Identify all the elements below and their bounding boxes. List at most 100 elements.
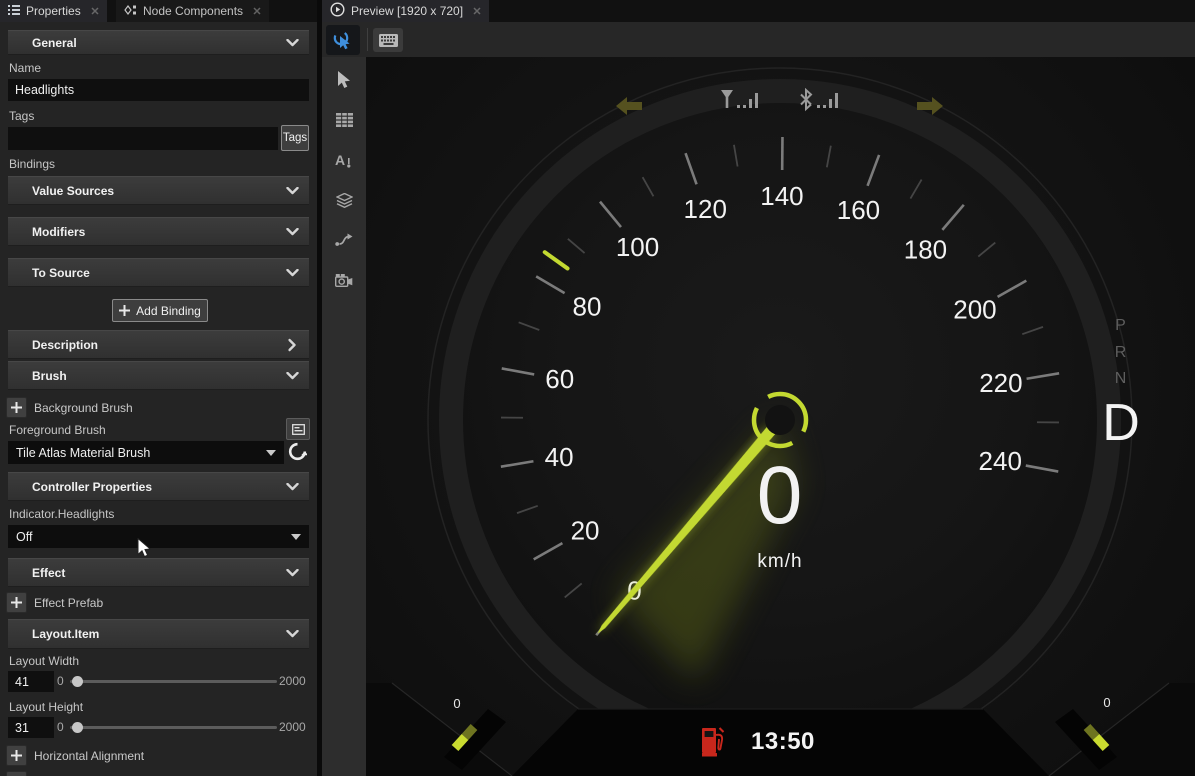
- left-turn-indicator: [616, 97, 642, 120]
- text-tool-button[interactable]: A: [329, 147, 359, 173]
- brush-editor-button[interactable]: [286, 418, 310, 440]
- close-icon[interactable]: [91, 4, 99, 18]
- layers-tool-button[interactable]: [329, 187, 359, 213]
- grid-tool-button[interactable]: [329, 107, 359, 133]
- keyboard-tool-button[interactable]: [373, 28, 403, 52]
- layout-width-value[interactable]: 41: [8, 671, 54, 692]
- layout-height-slider[interactable]: [70, 726, 277, 729]
- editor-window-icon: [292, 424, 305, 435]
- chevron-down-icon: [286, 269, 299, 277]
- background-brush-label: Background Brush: [34, 401, 133, 415]
- headlights-state-dropdown[interactable]: Off: [8, 525, 309, 548]
- cursor-arrow-icon: [337, 71, 352, 89]
- plus-icon: [119, 305, 130, 316]
- tab-properties[interactable]: Properties: [0, 0, 107, 22]
- camera-icon: [335, 273, 353, 287]
- tab-preview-label: Preview [1920 x 720]: [351, 4, 463, 18]
- camera-tool-button[interactable]: [329, 267, 359, 293]
- speed-value: 0: [710, 455, 850, 537]
- loop-arrow-icon: [335, 233, 353, 248]
- chevron-down-icon: [286, 569, 299, 577]
- tags-button[interactable]: Tags: [281, 125, 309, 151]
- clock-block: 13:50: [702, 725, 815, 758]
- table-icon: [336, 113, 353, 127]
- svg-text:120: 120: [684, 194, 727, 224]
- slider-min-label: 0: [57, 674, 64, 688]
- tab-node-components[interactable]: Node Components: [116, 0, 269, 22]
- add-horizontal-alignment-button[interactable]: [6, 745, 27, 766]
- interact-cursor-icon: [333, 30, 353, 50]
- node-components-icon: [124, 4, 137, 19]
- network-signal-icon: [721, 88, 761, 114]
- needle-hub-center: [765, 405, 795, 435]
- revert-arrow-icon: [288, 442, 307, 461]
- properties-panel: General Name Tags Tags Bindings Value So…: [0, 22, 317, 776]
- gear-active: D: [1100, 393, 1142, 453]
- clock-time: 13:50: [751, 728, 815, 756]
- tab-preview[interactable]: Preview [1920 x 720]: [322, 0, 489, 22]
- plus-icon: [11, 597, 22, 608]
- add-background-brush-button[interactable]: [6, 397, 27, 418]
- foreground-brush-dropdown[interactable]: Tile Atlas Material Brush: [8, 441, 284, 464]
- right-turn-indicator: [917, 97, 943, 120]
- layout-width-slider-handle[interactable]: [72, 676, 83, 687]
- svg-text:100: 100: [616, 232, 659, 262]
- section-controller-properties[interactable]: Controller Properties: [8, 472, 309, 501]
- speed-unit: km/h: [710, 551, 850, 573]
- add-effect-prefab-button[interactable]: [6, 592, 27, 613]
- close-icon[interactable]: [253, 4, 261, 18]
- play-icon: [330, 2, 345, 20]
- right-turn-icon: [917, 97, 943, 115]
- connection-tool-button[interactable]: [329, 227, 359, 253]
- slider-min-label: 0: [57, 720, 64, 734]
- section-brush[interactable]: Brush: [8, 361, 309, 390]
- svg-text:A: A: [335, 152, 345, 168]
- layout-height-value[interactable]: 31: [8, 717, 54, 738]
- section-description[interactable]: Description: [8, 330, 309, 359]
- preview-toolbar: [322, 22, 1195, 57]
- add-binding-button[interactable]: Add Binding: [112, 299, 208, 322]
- tags-input[interactable]: [8, 127, 278, 150]
- section-general-title: General: [32, 36, 77, 50]
- indicator-headlights-label: Indicator.Headlights: [9, 507, 114, 521]
- layout-width-slider[interactable]: [70, 680, 277, 683]
- layout-height-slider-handle[interactable]: [72, 722, 83, 733]
- chevron-down-icon: [286, 372, 299, 380]
- group-value-sources[interactable]: Value Sources: [8, 176, 309, 205]
- svg-text:240: 240: [979, 446, 1022, 476]
- network-signal: [721, 88, 761, 119]
- layout-height-label: Layout Height: [9, 700, 83, 714]
- foreground-brush-label: Foreground Brush: [9, 423, 106, 437]
- chevron-down-icon: [286, 187, 299, 195]
- select-tool-button[interactable]: [329, 67, 359, 93]
- svg-text:140: 140: [760, 181, 803, 211]
- application-window: Properties Node Components Preview [1920…: [0, 0, 1195, 776]
- gear-r: R: [1108, 344, 1134, 362]
- close-icon[interactable]: [473, 4, 481, 18]
- svg-text:160: 160: [837, 195, 880, 225]
- add-property-button[interactable]: [6, 771, 27, 776]
- svg-text:20: 20: [571, 515, 600, 545]
- group-modifiers[interactable]: Modifiers: [8, 217, 309, 246]
- horizontal-alignment-label: Horizontal Alignment: [34, 749, 144, 763]
- tab-properties-label: Properties: [26, 4, 81, 18]
- plus-icon: [11, 402, 22, 413]
- chevron-down-icon: [266, 450, 276, 456]
- bindings-label: Bindings: [9, 157, 55, 171]
- svg-text:220: 220: [979, 368, 1022, 398]
- name-input[interactable]: [8, 79, 309, 101]
- section-general[interactable]: General: [8, 30, 309, 55]
- reset-brush-button[interactable]: [288, 442, 307, 466]
- preview-canvas[interactable]: 020406080100120140160180200220240: [366, 57, 1195, 776]
- speedometer-dial: 020406080100120140160180200220240: [366, 57, 1195, 776]
- gear-p: P: [1108, 317, 1134, 335]
- properties-list-icon: [8, 4, 20, 19]
- effect-prefab-label: Effect Prefab: [34, 596, 103, 610]
- section-effect[interactable]: Effect: [8, 558, 309, 587]
- left-turn-icon: [616, 97, 642, 115]
- group-to-source[interactable]: To Source: [8, 258, 309, 287]
- interact-tool-button[interactable]: [326, 25, 360, 55]
- svg-text:40: 40: [545, 442, 574, 472]
- svg-text:200: 200: [953, 295, 996, 325]
- section-layout-item[interactable]: Layout.Item: [8, 619, 309, 649]
